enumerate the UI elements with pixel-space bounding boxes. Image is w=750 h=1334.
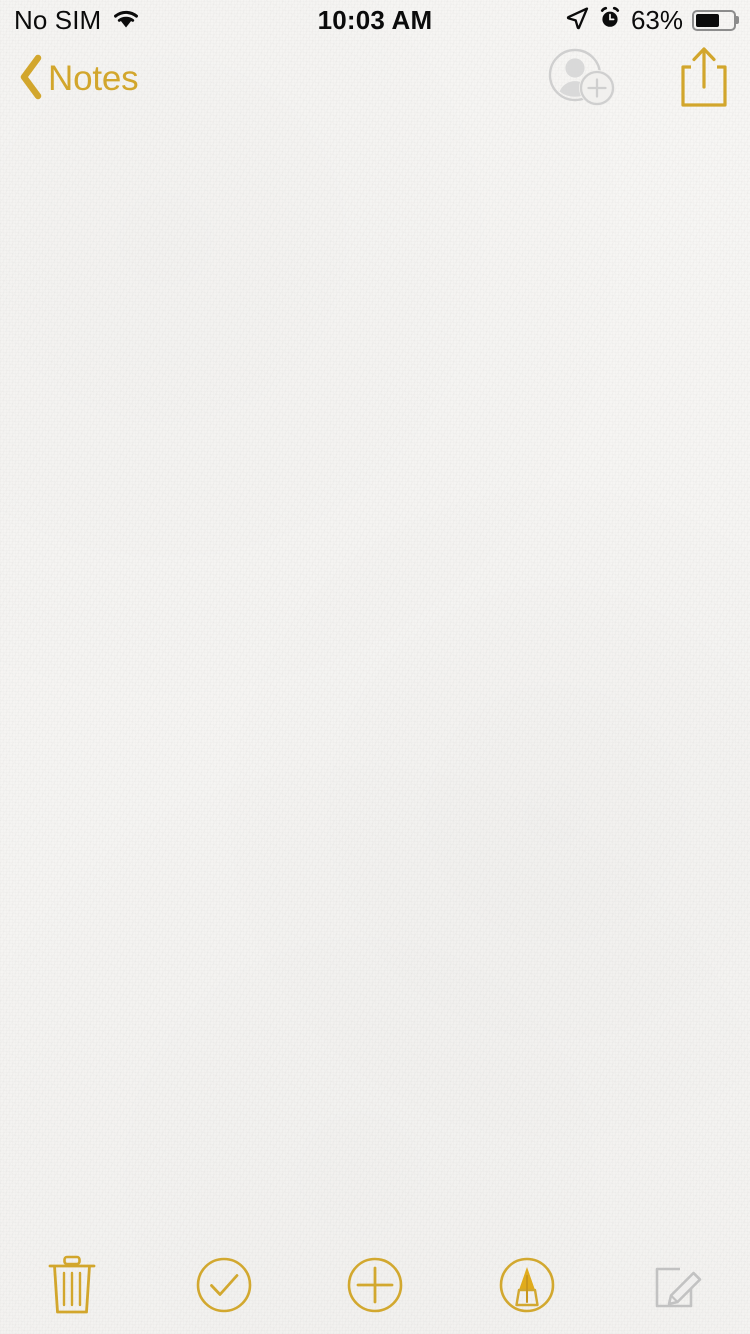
location-arrow-icon	[565, 6, 589, 35]
back-to-notes-button[interactable]: Notes	[16, 54, 139, 105]
compose-icon	[649, 1256, 707, 1319]
battery-icon	[692, 9, 736, 31]
carrier-label: No SIM	[14, 5, 102, 35]
share-icon	[676, 45, 732, 114]
delete-icon	[46, 1254, 98, 1321]
markup-icon	[498, 1256, 556, 1319]
delete-note-button[interactable]	[34, 1249, 110, 1325]
status-bar: No SIM 10:03 AM 63%	[0, 0, 750, 40]
markup-button[interactable]	[489, 1249, 565, 1325]
share-button[interactable]	[676, 45, 732, 114]
notes-screen: No SIM 10:03 AM 63% Notes	[0, 0, 750, 1334]
wifi-icon	[111, 7, 141, 34]
add-people-button[interactable]	[546, 46, 618, 113]
note-editor-area[interactable]	[0, 118, 750, 1240]
compose-note-button[interactable]	[640, 1249, 716, 1325]
alarm-clock-icon	[598, 6, 622, 35]
checklist-icon	[195, 1256, 253, 1319]
clock-label: 10:03 AM	[317, 4, 433, 35]
bottom-toolbar	[0, 1240, 750, 1334]
status-bar-right: 63%	[565, 5, 736, 36]
checklist-button[interactable]	[186, 1249, 262, 1325]
battery-percent-label: 63%	[630, 4, 683, 35]
navigation-bar: Notes	[0, 40, 750, 118]
add-people-icon	[546, 46, 618, 113]
chevron-left-icon	[16, 54, 46, 105]
nav-bar-actions	[546, 45, 732, 114]
add-attachment-icon	[346, 1256, 404, 1319]
note-text-content[interactable]	[0, 118, 750, 1240]
status-bar-left: No SIM	[14, 7, 141, 34]
back-button-label: Notes	[48, 59, 139, 98]
add-attachment-button[interactable]	[337, 1249, 413, 1325]
